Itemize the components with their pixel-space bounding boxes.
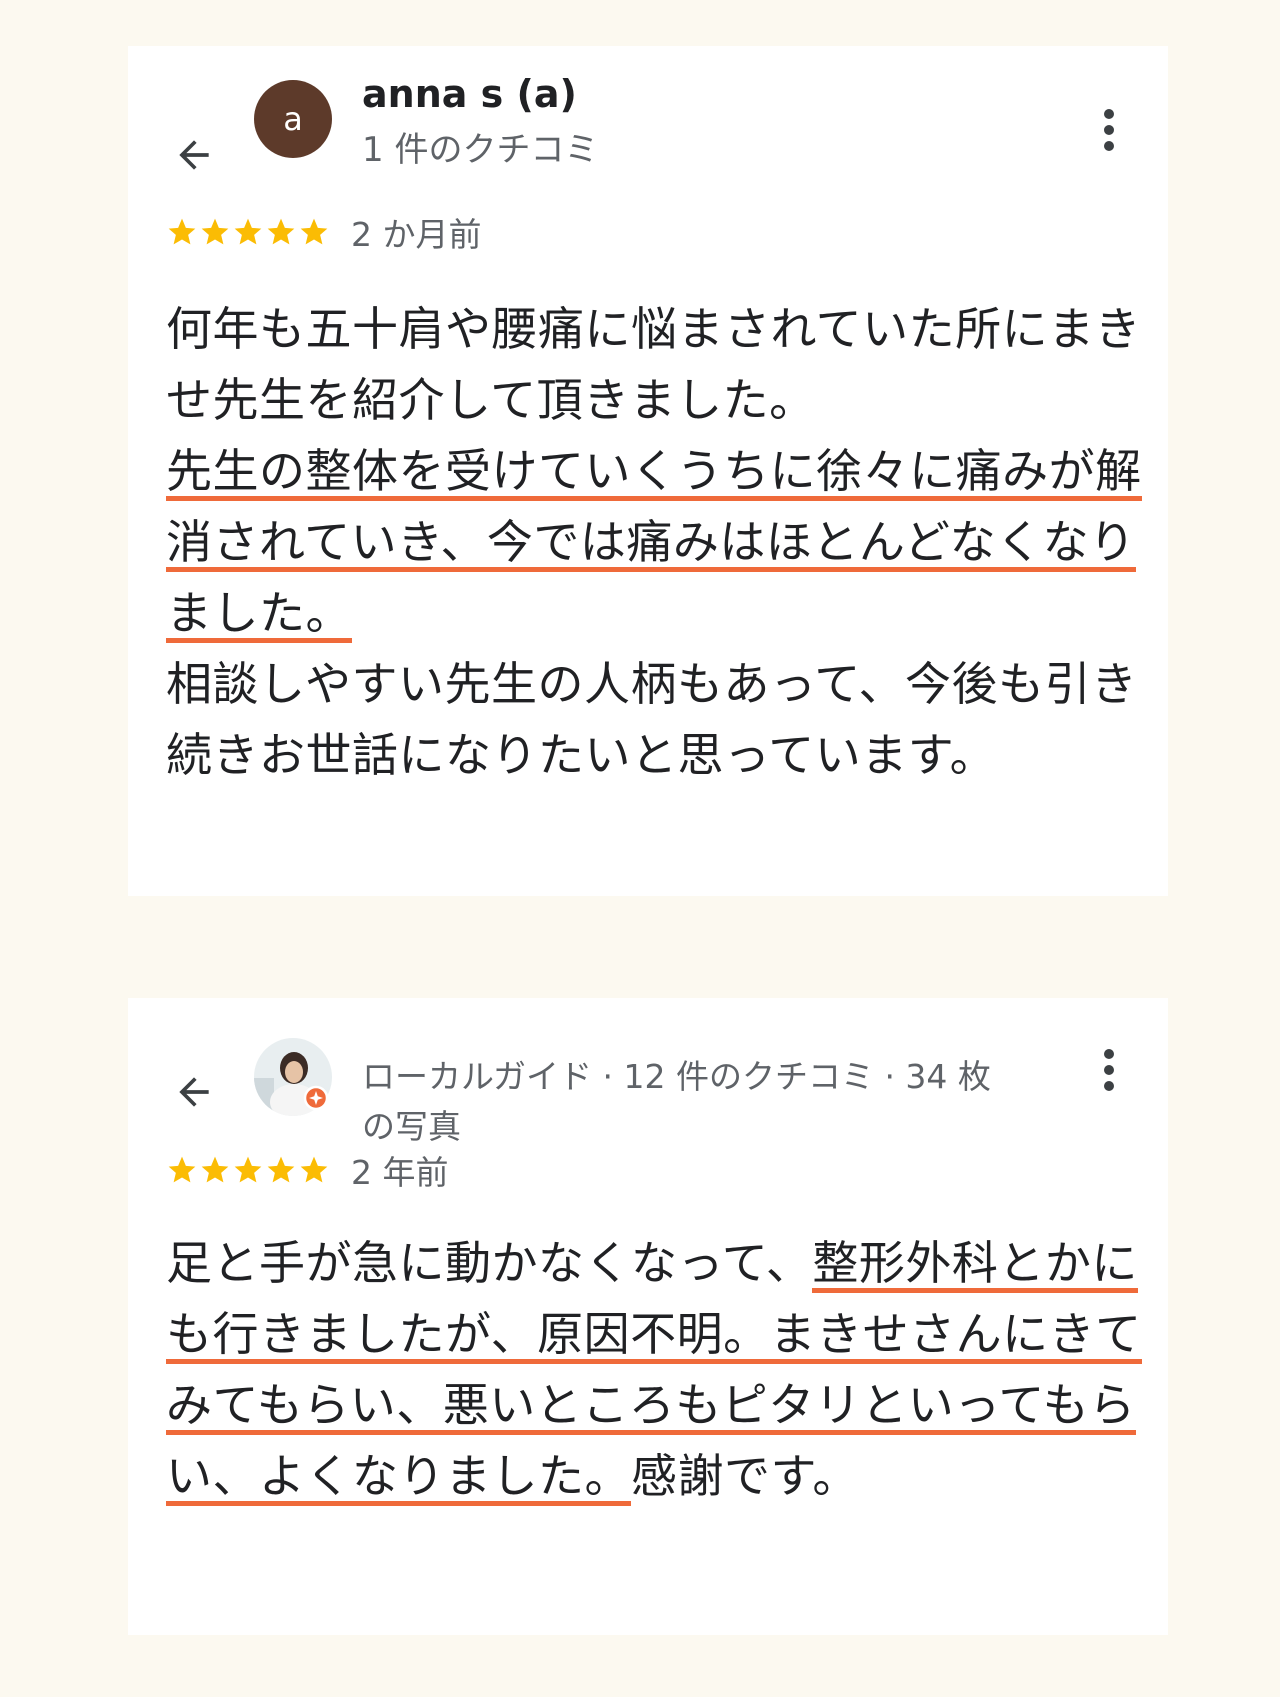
- star-icon: [168, 1156, 196, 1183]
- review-time: 2 年前: [351, 1153, 449, 1192]
- star-icon: [300, 1156, 328, 1183]
- review-card: ローカルガイド · 12 件のクチコミ · 34 枚の写真 2 年前 足と手が急…: [128, 998, 1168, 1635]
- rating-row: 2 か月前: [166, 212, 482, 254]
- more-vert-icon[interactable]: [1102, 1048, 1116, 1092]
- review-text-part: 足と手が急に動かなくなって、: [166, 1236, 813, 1290]
- star-icon: [234, 1156, 262, 1183]
- review-text-part: 相談しやすい先生の人柄もあって、今後も引き続きお世話になりたいと思っています。: [166, 657, 1138, 782]
- arrow-back-icon[interactable]: [172, 133, 216, 177]
- star-icon: [267, 1156, 295, 1183]
- star-icon: [234, 218, 262, 245]
- review-text-highlight: 先生の整体を受けていくうちに徐々に痛みが解消されていき、今では痛みはほとんどなく…: [166, 444, 1142, 644]
- review-text-part: 感謝です。: [631, 1449, 859, 1503]
- star-icon: [300, 218, 328, 245]
- more-vert-icon[interactable]: [1102, 108, 1116, 152]
- reviewer-meta: 1 件のクチコミ: [362, 130, 599, 170]
- avatar-letter: a: [283, 100, 303, 138]
- star-rating: [166, 216, 331, 248]
- arrow-back-icon[interactable]: [172, 1070, 216, 1114]
- star-icon: [201, 1156, 229, 1183]
- avatar[interactable]: a: [254, 80, 332, 158]
- reviewer-name[interactable]: anna s (a): [362, 72, 577, 116]
- review-text: 何年も五十肩や腰痛に悩まされていた所にまきせ先生を紹介して頂きました。先生の整体…: [166, 294, 1146, 791]
- star-icon: [168, 218, 196, 245]
- avatar[interactable]: [254, 1038, 332, 1116]
- star-icon: [201, 218, 229, 245]
- star-rating: [166, 1154, 331, 1186]
- review-time: 2 か月前: [351, 215, 482, 254]
- reviewer-meta: ローカルガイド · 12 件のクチコミ · 34 枚の写真: [362, 1057, 991, 1146]
- review-text-part: 何年も五十肩や腰痛に悩まされていた所にまきせ先生を紹介して頂きました。: [166, 302, 1142, 427]
- rating-row: 2 年前: [166, 1150, 449, 1192]
- review-card: a anna s (a) 1 件のクチコミ 2 か月前 何年も五十肩や腰痛に悩ま…: [128, 46, 1168, 896]
- star-icon: [267, 218, 295, 245]
- review-text: 足と手が急に動かなくなって、整形外科とかにも行きましたが、原因不明。まきせさんに…: [166, 1228, 1146, 1512]
